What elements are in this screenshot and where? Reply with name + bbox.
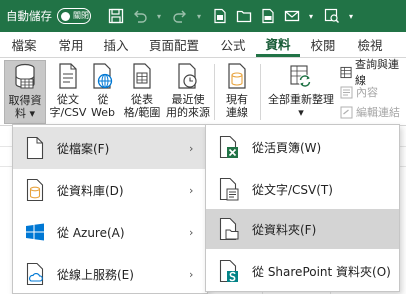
from-web-button[interactable]: 從 Web: [88, 60, 118, 124]
ribbon-separator: [214, 64, 215, 120]
submenu-item-from-sharepoint-folder[interactable]: 從 SharePoint 資料夾(O): [206, 251, 399, 291]
existing-connections-label-2: 連線: [226, 106, 248, 119]
properties-icon: [340, 86, 353, 98]
from-text-csv-label-1: 從文: [57, 93, 79, 106]
cloud-icon: [13, 262, 57, 286]
autosave-toggle-text: 關閉: [73, 11, 89, 20]
from-web-label-2: Web: [91, 106, 115, 119]
menu-item-from-online-services[interactable]: 從線上服務(E) ›: [13, 253, 207, 294]
refresh-all-dropdown: ▾: [298, 106, 304, 119]
from-table-label-1: 從表: [131, 93, 153, 106]
tab-insert[interactable]: 插入: [94, 32, 138, 57]
tab-formulas[interactable]: 公式: [210, 32, 256, 57]
text-csv-file-icon: [206, 177, 252, 201]
email-icon[interactable]: [281, 5, 303, 27]
ribbon-separator: [260, 64, 261, 120]
menu-item-from-file[interactable]: 從檔案(F) ›: [13, 127, 207, 169]
table-icon: [131, 60, 153, 92]
existing-connections-label-1: 現有: [226, 93, 248, 106]
autosave-label: 自動儲存: [6, 9, 52, 23]
refresh-all-button[interactable]: 全部重新整理 ▾: [264, 60, 338, 124]
title-bar: 自動儲存 關閉 ▾ ▾ ▾ ▾: [0, 0, 406, 32]
undo-icon[interactable]: [129, 5, 151, 27]
database-icon: [13, 178, 57, 202]
sharepoint-file-icon: [206, 259, 252, 283]
menu-item-label: 從線上服務(E): [57, 267, 134, 282]
existing-connections-icon: [226, 60, 248, 92]
undo-dropdown-icon[interactable]: ▾: [153, 5, 165, 27]
menu-item-from-azure[interactable]: 從 Azure(A) ›: [13, 211, 207, 253]
save-icon[interactable]: [105, 5, 127, 27]
recent-clock-icon: [176, 60, 200, 92]
ribbon: 取得資 料 ▾ 從文 字/CSV 從 Web 從表 格/範圍 最近使 用的來源 …: [0, 58, 406, 126]
excel-workbook-icon: [206, 135, 252, 159]
submenu-item-from-folder[interactable]: 從資料夾(F): [206, 209, 399, 249]
get-data-label-2: 料 ▾: [14, 107, 36, 120]
menu-item-from-database[interactable]: 從資料庫(D) ›: [13, 169, 207, 211]
from-text-csv-button[interactable]: 從文 字/CSV: [48, 60, 88, 124]
from-text-csv-label-2: 字/CSV: [49, 106, 87, 119]
open-folder-icon[interactable]: [233, 5, 255, 27]
web-globe-icon: [91, 60, 115, 92]
tab-review[interactable]: 校閱: [300, 32, 346, 57]
toggle-knob: [61, 11, 70, 21]
recent-sources-button[interactable]: 最近使 用的來源: [164, 60, 212, 124]
edit-links-label: 編輯連結: [356, 106, 400, 119]
submenu-item-from-workbook[interactable]: 從活頁簿(W): [206, 127, 399, 167]
from-file-submenu: 從活頁簿(W) 從文字/CSV(T) 從資料夾(F) 從 SharePoint …: [205, 124, 400, 292]
edit-links-button[interactable]: 編輯連結: [340, 104, 400, 120]
submenu-item-label: 從活頁簿(W): [252, 140, 322, 155]
from-table-label-2: 格/範圍: [123, 106, 161, 119]
tab-view[interactable]: 檢視: [346, 32, 394, 57]
redo-icon[interactable]: [169, 5, 191, 27]
edit-links-icon: [340, 106, 353, 118]
submenu-item-label: 從資料夾(F): [252, 222, 317, 237]
get-data-button[interactable]: 取得資 料 ▾: [4, 60, 46, 124]
tab-page-layout[interactable]: 頁面配置: [138, 32, 210, 57]
tab-data[interactable]: 資料: [256, 32, 300, 57]
customize-dropdown-icon[interactable]: ▾: [345, 5, 357, 27]
existing-connections-button[interactable]: 現有 連線: [218, 60, 256, 124]
autosave-toggle[interactable]: 關閉: [57, 8, 91, 24]
refresh-icon: [288, 60, 314, 92]
export-pdf-icon[interactable]: [257, 5, 279, 27]
database-icon: [13, 61, 37, 93]
properties-button[interactable]: 內容: [340, 84, 378, 100]
customize-icon[interactable]: [321, 5, 343, 27]
get-data-menu: 從檔案(F) › 從資料庫(D) › 從 Azure(A) › 從線上服務(E)…: [12, 124, 208, 294]
folder-file-icon: [206, 217, 252, 241]
recent-sources-label-2: 用的來源: [166, 106, 210, 119]
submenu-item-label: 從文字/CSV(T): [252, 182, 333, 197]
text-file-icon: [57, 60, 79, 92]
tab-home[interactable]: 常用: [48, 32, 94, 57]
properties-label: 內容: [356, 86, 378, 99]
email-dropdown-icon[interactable]: ▾: [305, 5, 317, 27]
menu-item-label: 從 Azure(A): [57, 225, 125, 240]
recent-sources-label-1: 最近使: [171, 93, 205, 106]
queries-connections-icon: [340, 66, 352, 78]
from-table-button[interactable]: 從表 格/範圍: [120, 60, 164, 124]
from-web-label-1: 從: [97, 93, 109, 106]
tab-file[interactable]: 檔案: [0, 32, 48, 57]
redo-dropdown-icon[interactable]: ▾: [193, 5, 205, 27]
menu-item-label: 從資料庫(D): [57, 183, 124, 198]
submenu-item-label: 從 SharePoint 資料夾(O): [252, 264, 391, 279]
azure-icon: [13, 222, 57, 242]
file-icon: [13, 136, 57, 160]
new-workbook-icon[interactable]: [209, 5, 231, 27]
get-data-label-1: 取得資: [8, 94, 42, 107]
menu-item-label: 從檔案(F): [57, 141, 110, 156]
refresh-all-label: 全部重新整理: [268, 93, 334, 106]
queries-connections-button[interactable]: 查詢與連線: [340, 58, 406, 87]
submenu-item-from-text-csv[interactable]: 從文字/CSV(T): [206, 169, 399, 209]
ribbon-tabs: 檔案 常用 插入 頁面配置 公式 資料 校閱 檢視: [0, 32, 406, 58]
